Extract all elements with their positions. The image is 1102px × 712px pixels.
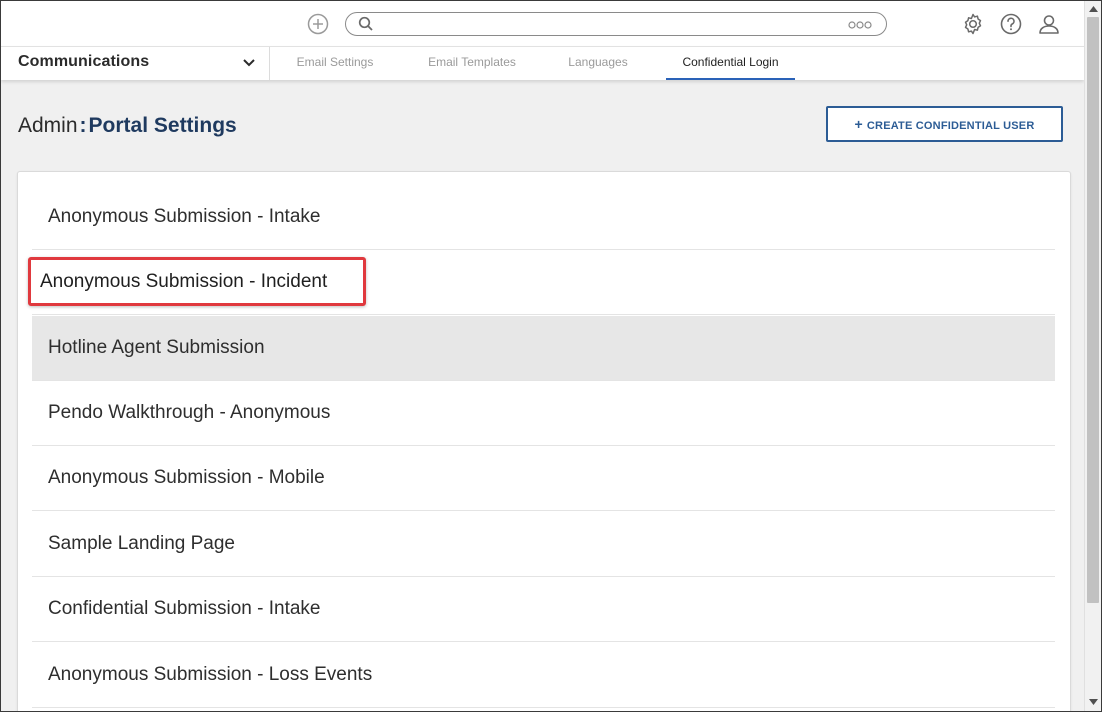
tab-email-settings[interactable]: Email Settings bbox=[285, 47, 385, 80]
module-nav: Communications Email Settings Email Temp… bbox=[1, 46, 1084, 80]
module-label: Communications bbox=[18, 53, 150, 70]
more-options-icon[interactable] bbox=[848, 20, 872, 30]
chevron-down-icon bbox=[243, 59, 255, 67]
app-window: Communications Email Settings Email Temp… bbox=[0, 0, 1102, 712]
title-separator: : bbox=[79, 114, 87, 137]
highlighted-list-item[interactable]: Anonymous Submission - Incident bbox=[28, 257, 366, 306]
list-item-label: Sample Landing Page bbox=[48, 533, 235, 554]
list-item-label: Hotline Agent Submission bbox=[48, 337, 265, 358]
search-bar[interactable] bbox=[345, 12, 887, 36]
list-item[interactable]: Pendo Walkthrough - Anonymous bbox=[32, 381, 1055, 446]
top-bar bbox=[1, 1, 1084, 46]
create-button-label: CREATE CONFIDENTIAL USER bbox=[866, 120, 1035, 132]
highlighted-item-label: Anonymous Submission - Incident bbox=[40, 271, 328, 292]
page-title: Admin:Portal Settings bbox=[18, 114, 237, 138]
list-item-label: Confidential Submission - Intake bbox=[48, 598, 321, 619]
list-item-label: Anonymous Submission - Intake bbox=[48, 206, 321, 227]
list-item[interactable]: Anonymous Submission - Loss Events bbox=[32, 643, 1055, 708]
plus-circle-icon[interactable] bbox=[307, 13, 329, 35]
list-item-label: Pendo Walkthrough - Anonymous bbox=[48, 402, 331, 423]
gear-icon[interactable] bbox=[961, 12, 985, 36]
list-item[interactable]: Anonymous Submission - Intake bbox=[32, 185, 1055, 250]
search-input[interactable] bbox=[380, 15, 844, 35]
help-icon[interactable] bbox=[999, 12, 1023, 36]
list-item[interactable]: Confidential Submission - Intake bbox=[32, 577, 1055, 642]
create-confidential-user-button[interactable]: + CREATE CONFIDENTIAL USER bbox=[826, 106, 1063, 142]
user-icon[interactable] bbox=[1037, 12, 1061, 36]
tab-confidential-login[interactable]: Confidential Login bbox=[666, 47, 795, 80]
tab-languages[interactable]: Languages bbox=[557, 47, 639, 80]
search-icon bbox=[358, 16, 373, 31]
plus-icon: + bbox=[854, 116, 863, 132]
scroll-down-arrow-icon[interactable] bbox=[1089, 699, 1098, 705]
scrollbar[interactable] bbox=[1084, 1, 1101, 711]
portal-list: Anonymous Submission - Intake Hotline Ag… bbox=[17, 171, 1071, 711]
title-prefix: Admin bbox=[18, 114, 78, 137]
list-item[interactable]: Hotline Agent Submission bbox=[32, 316, 1055, 381]
list-item[interactable]: Sample Landing Page bbox=[32, 512, 1055, 577]
list-item-label: Anonymous Submission - Loss Events bbox=[48, 664, 373, 685]
module-selector[interactable]: Communications bbox=[1, 47, 270, 80]
title-main: Portal Settings bbox=[88, 114, 237, 137]
scroll-up-arrow-icon[interactable] bbox=[1089, 6, 1098, 12]
list-item-label: Anonymous Submission - Mobile bbox=[48, 467, 325, 488]
scrollbar-thumb[interactable] bbox=[1087, 17, 1099, 603]
list-item[interactable]: Anonymous Submission - Mobile bbox=[32, 446, 1055, 511]
tab-email-templates[interactable]: Email Templates bbox=[413, 47, 531, 80]
